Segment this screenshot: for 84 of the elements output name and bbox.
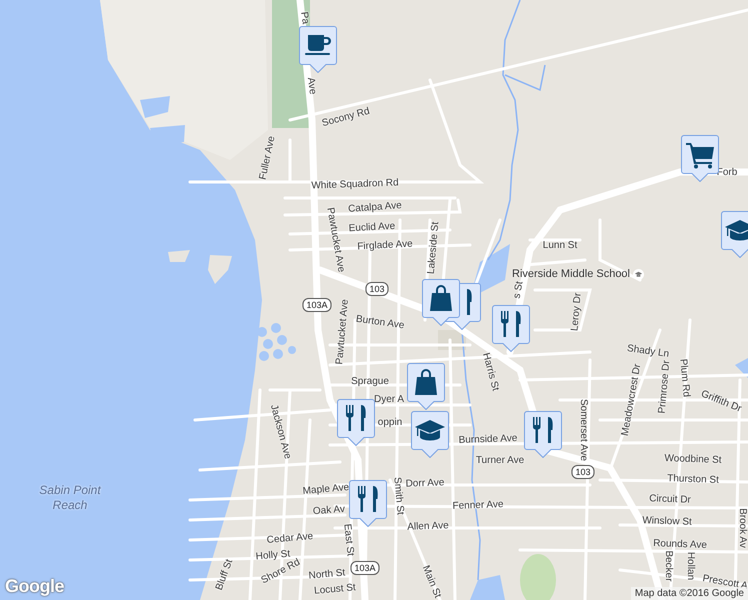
street-label: Main St bbox=[420, 564, 442, 600]
map-marker[interactable] bbox=[681, 135, 719, 182]
street-label: Dyer A bbox=[374, 395, 404, 405]
street-label: Lakeside St bbox=[426, 222, 442, 274]
map-marker[interactable] bbox=[721, 211, 748, 258]
street-label: Hollan bbox=[685, 552, 695, 580]
island bbox=[168, 250, 190, 262]
street-label: East St bbox=[341, 523, 355, 557]
map-attribution: Map data ©2016 Google bbox=[630, 587, 748, 600]
bag-icon bbox=[430, 285, 452, 311]
street-label: Shady Ln bbox=[626, 344, 670, 360]
fork-knife-icon bbox=[533, 417, 553, 443]
fork-knife-icon bbox=[501, 311, 521, 337]
street-label: North St bbox=[308, 568, 346, 582]
tank-cluster-drawing bbox=[257, 323, 296, 361]
street-label: Catalpa Ave bbox=[348, 201, 402, 215]
google-logo: Google bbox=[5, 576, 64, 597]
bag-icon bbox=[415, 369, 437, 395]
street-label: Locust St bbox=[314, 583, 356, 597]
route-shield: 103 bbox=[365, 282, 389, 296]
street-label: Rounds Ave bbox=[652, 539, 708, 551]
street-label: Winslow St bbox=[642, 516, 692, 528]
street-label: Cedar Ave bbox=[266, 532, 314, 546]
map-marker[interactable] bbox=[492, 305, 530, 352]
street-label: Becker bbox=[663, 550, 673, 582]
school-label[interactable]: Riverside Middle School bbox=[512, 268, 630, 280]
street-label: Somerset Ave bbox=[578, 398, 588, 462]
street-label: Harris St bbox=[480, 352, 500, 392]
street-label: Pawtucket Ave bbox=[335, 298, 351, 366]
street-label: Burton Ave bbox=[355, 314, 405, 332]
pond bbox=[735, 358, 748, 378]
park-area bbox=[520, 554, 556, 600]
street-label: Oak Av bbox=[312, 504, 346, 518]
street-label: Allen Ave bbox=[407, 521, 449, 533]
street-label: Holly St bbox=[255, 550, 291, 562]
street-label: Sprague bbox=[351, 377, 389, 387]
street-label: Dorr Ave bbox=[405, 478, 445, 490]
graduation-cap-icon bbox=[633, 268, 644, 280]
street-label: Thurston St bbox=[667, 474, 719, 486]
map-marker[interactable] bbox=[299, 26, 337, 73]
street-label: Socony Rd bbox=[321, 106, 371, 130]
street-label: Plum Rd bbox=[677, 358, 691, 398]
map-marker[interactable] bbox=[524, 411, 562, 458]
map-marker[interactable] bbox=[337, 399, 375, 446]
street-label: Jackson Ave bbox=[268, 404, 292, 460]
map-marker[interactable] bbox=[422, 279, 460, 326]
street-label: Pa bbox=[298, 11, 310, 25]
street-label: Burnside Ave bbox=[458, 434, 518, 446]
route-shield: 103A bbox=[350, 561, 380, 575]
graduation-cap-icon bbox=[415, 420, 445, 440]
cup-icon bbox=[305, 35, 331, 55]
street-label: Turner Ave bbox=[476, 456, 524, 466]
street-label: Griffith Dr bbox=[699, 389, 743, 415]
street-label: Maple Ave bbox=[302, 483, 350, 497]
street-label: Bluff St bbox=[214, 558, 236, 592]
street-label: Fenner Ave bbox=[452, 500, 504, 512]
street-label: Smith St bbox=[391, 476, 405, 516]
street-label: Fuller Ave bbox=[258, 135, 278, 181]
street-label: oppin bbox=[378, 418, 402, 428]
map-marker[interactable] bbox=[411, 411, 449, 458]
route-shield: 103 bbox=[571, 465, 595, 479]
route-shield: 103A bbox=[302, 298, 332, 312]
graduation-cap-icon bbox=[725, 220, 748, 240]
pond bbox=[140, 96, 170, 118]
street-label: Meadowcrest Dr bbox=[620, 363, 644, 437]
street-label: Lunn St bbox=[542, 241, 578, 251]
street-label: Woodbine St bbox=[664, 454, 722, 466]
street-label: Euclid Ave bbox=[348, 222, 396, 234]
street-label: Firglade Ave bbox=[357, 240, 413, 252]
island bbox=[208, 255, 232, 284]
street-label: Primrose Dr bbox=[658, 360, 672, 414]
street-label: Ave bbox=[304, 76, 318, 96]
water-label: Sabin Point Reach bbox=[38, 483, 102, 513]
street-label: s St bbox=[512, 280, 526, 300]
street-label: Pawtucket Ave bbox=[324, 206, 346, 274]
pond bbox=[470, 575, 505, 600]
cart-icon bbox=[686, 143, 714, 168]
street-label: Brook Av bbox=[737, 508, 747, 548]
street-label: Circuit Dr bbox=[649, 494, 691, 506]
street-label: Leroy Dr bbox=[570, 292, 584, 332]
street-label: White Squadron Rd bbox=[311, 178, 399, 192]
fork-knife-icon bbox=[346, 405, 366, 431]
fork-knife-icon bbox=[358, 486, 378, 512]
map-marker[interactable] bbox=[407, 363, 445, 410]
